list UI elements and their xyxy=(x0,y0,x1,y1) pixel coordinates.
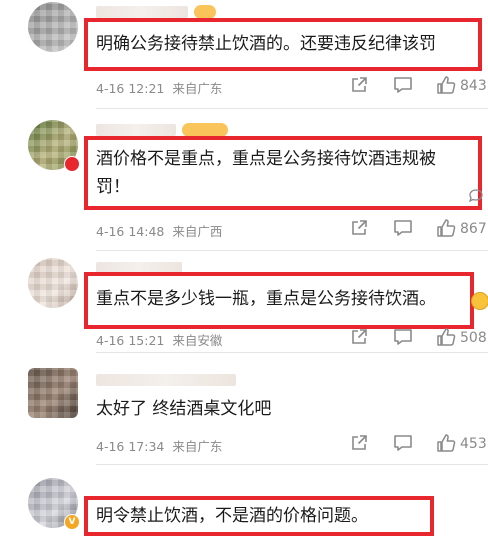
comment-icon[interactable] xyxy=(393,219,413,237)
avatar[interactable] xyxy=(28,258,78,308)
vip-badge-icon: V xyxy=(64,514,80,530)
like-icon[interactable] xyxy=(436,75,456,95)
like-count: 508 xyxy=(460,330,487,346)
comment-feed: 明确公务接待禁止饮酒的。还要违反纪律该罚 4-16 12:21 来自广东 843 … xyxy=(0,0,488,538)
comment-location: 来自安徽 xyxy=(172,333,223,348)
reaction-icon[interactable] xyxy=(468,188,484,202)
comment-meta: 4-16 15:21 来自安徽 xyxy=(96,330,230,349)
avatar[interactable] xyxy=(28,2,78,52)
like-count: 453 xyxy=(460,436,487,452)
divider xyxy=(96,250,488,251)
share-icon[interactable] xyxy=(350,328,368,346)
comment-item: 明确公务接待禁止饮酒的。还要违反纪律该罚 4-16 12:21 来自广东 843 xyxy=(0,0,488,110)
divider xyxy=(96,108,488,109)
emoji-icon[interactable] xyxy=(471,292,488,310)
comment-text: 明确公务接待禁止饮酒的。还要违反纪律该罚 xyxy=(96,34,436,54)
like-icon[interactable] xyxy=(436,218,456,238)
comment-text: 明令禁止饮酒，不是酒的价格问题。 xyxy=(96,506,368,526)
share-icon[interactable] xyxy=(350,219,368,237)
comment-item: 太好了 终结酒桌文化吧 4-16 17:34 来自广东 453 xyxy=(0,354,488,466)
like-icon[interactable] xyxy=(436,433,456,453)
divider xyxy=(96,352,488,353)
comment-location: 来自广西 xyxy=(172,224,223,239)
comment-icon[interactable] xyxy=(393,76,413,94)
comment-meta: 4-16 12:21 来自广东 xyxy=(96,78,230,97)
avatar[interactable] xyxy=(28,368,78,418)
comment-icon[interactable] xyxy=(393,328,413,346)
comment-text: 太好了 终结酒桌文化吧 xyxy=(96,399,272,419)
comment-location: 来自广东 xyxy=(172,439,223,454)
comment-item: V 明令禁止饮酒，不是酒的价格问题。 xyxy=(0,466,488,538)
user-badge xyxy=(182,123,228,137)
like-icon[interactable] xyxy=(436,327,456,347)
comment-text: 酒价格不是重点，重点是公务接待饮酒违规被罚！ xyxy=(96,149,436,197)
comment-time: 4-16 14:48 xyxy=(96,224,165,239)
share-icon[interactable] xyxy=(350,76,368,94)
comment-text: 重点不是多少钱一瓶，重点是公务接待饮酒。 xyxy=(96,289,436,309)
username-blurred[interactable] xyxy=(96,374,236,386)
like-count: 867 xyxy=(460,221,487,237)
comment-item: 重点不是多少钱一瓶，重点是公务接待饮酒。 4-16 15:21 来自安徽 508 xyxy=(0,252,488,354)
comment-meta: 4-16 14:48 来自广西 xyxy=(96,221,230,240)
like-count: 843 xyxy=(460,78,487,94)
username-blurred[interactable] xyxy=(96,6,188,18)
comment-time: 4-16 12:21 xyxy=(96,81,165,96)
vip-badge-icon xyxy=(64,156,80,172)
comment-location: 来自广东 xyxy=(172,81,223,96)
comment-meta: 4-16 17:34 来自广东 xyxy=(96,436,230,455)
comment-icon[interactable] xyxy=(393,434,413,452)
user-badge xyxy=(194,5,216,19)
divider xyxy=(96,464,488,465)
comment-time: 4-16 17:34 xyxy=(96,439,165,454)
username-blurred[interactable] xyxy=(96,124,176,136)
comment-item: 酒价格不是重点，重点是公务接待饮酒违规被罚！ 4-16 14:48 来自广西 86… xyxy=(0,110,488,252)
share-icon[interactable] xyxy=(350,434,368,452)
comment-time: 4-16 15:21 xyxy=(96,333,165,348)
